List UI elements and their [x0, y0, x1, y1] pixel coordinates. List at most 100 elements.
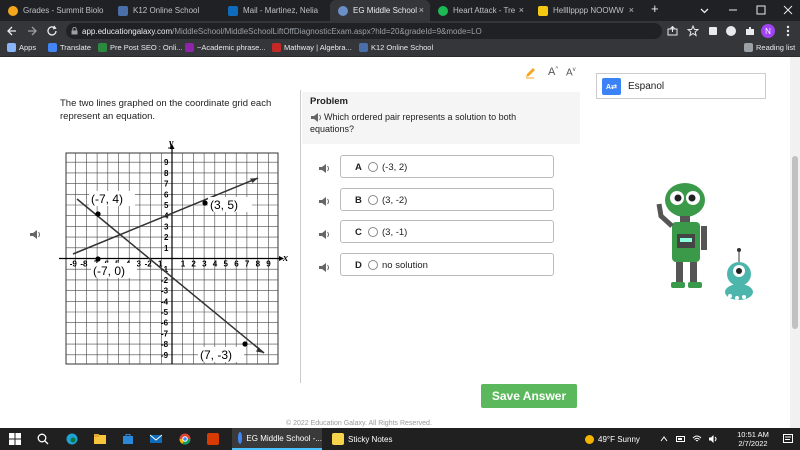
extension-icon[interactable] — [707, 25, 719, 37]
y-tick-label: -4 — [161, 297, 169, 306]
point-marker — [242, 341, 248, 347]
point-label-b: (3, 5) — [210, 198, 238, 212]
notification-center-icon[interactable] — [783, 434, 793, 444]
reload-icon[interactable] — [46, 25, 58, 37]
x-tick-label: 4 — [213, 260, 218, 269]
wifi-icon[interactable] — [692, 434, 702, 444]
y-tick-label: -2 — [161, 276, 169, 285]
text-size-label: A — [566, 67, 573, 79]
new-tab-button[interactable]: + — [651, 1, 659, 16]
bookmark-prepostseo[interactable]: Pre Post SEO : Onli... — [98, 43, 183, 52]
espanol-button[interactable]: A⇄ Espanol — [596, 73, 766, 99]
clock-date: 2/7/2022 — [738, 439, 768, 448]
bookmark-academic-phrase[interactable]: ~Academic phrase... — [185, 43, 266, 52]
maximize-icon[interactable] — [756, 5, 766, 15]
answer-value: (3, -1) — [382, 227, 408, 238]
bookmark-mathway[interactable]: Mathway | Algebra... — [272, 43, 352, 52]
forward-arrow-icon[interactable] — [26, 25, 38, 37]
volume-icon[interactable] — [708, 434, 718, 444]
bookmark-star-icon[interactable] — [687, 25, 699, 37]
speaker-icon[interactable] — [318, 196, 330, 207]
save-answer-button[interactable]: Save Answer — [481, 384, 577, 408]
tab-search-chevron-icon[interactable] — [700, 6, 709, 15]
system-clock[interactable]: 10:51 AM 2/7/2022 — [728, 430, 778, 448]
y-tick-label: 8 — [164, 169, 169, 178]
radio-button[interactable] — [368, 195, 378, 205]
profile-avatar[interactable]: N — [761, 24, 775, 38]
extension-icon[interactable] — [725, 25, 737, 37]
close-window-icon[interactable] — [783, 5, 793, 15]
tab-eg-middle-school[interactable]: EG Middle School × — [330, 0, 430, 21]
close-tab-icon[interactable]: × — [519, 5, 524, 15]
k12-icon — [359, 43, 368, 52]
tab-mail[interactable]: Mail - Martinez, Nelia — [220, 0, 330, 21]
translate-icon — [48, 43, 57, 52]
close-tab-icon[interactable]: × — [419, 5, 424, 15]
answer-letter: D — [355, 260, 362, 271]
pencil-icon[interactable] — [524, 67, 536, 79]
chevron-up-icon[interactable] — [660, 435, 668, 443]
speaker-icon[interactable] — [318, 262, 330, 273]
radio-button[interactable] — [368, 162, 378, 172]
address-bar[interactable]: app.educationgalaxy.com/MiddleSchool/Mid… — [66, 23, 662, 39]
answer-option-d[interactable]: D no solution — [340, 253, 554, 276]
speaker-icon[interactable] — [29, 229, 41, 240]
taskbar-app-sticky-notes[interactable]: Sticky Notes — [326, 428, 396, 450]
point-label-d: (7, -3) — [200, 348, 232, 362]
mail-app-icon[interactable] — [150, 433, 162, 445]
tab-label: Grades - Summit Biolo — [23, 6, 104, 15]
office-app-icon[interactable] — [207, 433, 219, 445]
tab-grades[interactable]: Grades - Summit Biolo — [0, 0, 110, 21]
close-tab-icon[interactable]: × — [629, 5, 634, 15]
y-axis-label: y — [168, 139, 174, 149]
battery-icon[interactable] — [676, 434, 686, 444]
answer-letter: B — [355, 195, 362, 206]
speaker-icon[interactable] — [318, 163, 330, 174]
bookmark-label: Apps — [19, 43, 37, 52]
robot-mascot-icon — [656, 183, 753, 300]
bookmarks-bar: Apps Translate Pre Post SEO : Onli... ~A… — [0, 41, 800, 57]
tab-heart-attack[interactable]: Heart Attack - Tre × — [430, 0, 530, 21]
search-favicon-icon — [538, 5, 548, 16]
radio-button[interactable] — [368, 260, 378, 270]
kebab-menu-icon[interactable] — [785, 25, 791, 37]
bookmark-apps[interactable]: Apps — [7, 43, 36, 52]
store-icon[interactable] — [122, 433, 134, 445]
bookmark-k12[interactable]: K12 Online School — [359, 43, 433, 52]
x-tick-label: -9 — [70, 260, 78, 269]
search-icon[interactable] — [37, 433, 49, 445]
bookmark-label: Mathway | Algebra... — [284, 43, 352, 52]
tab-help[interactable]: Hellllpppp NOOWW × — [530, 0, 640, 21]
y-tick-label: -3 — [161, 287, 169, 296]
bookmark-label: K12 Online School — [371, 43, 434, 52]
radio-button[interactable] — [368, 227, 378, 237]
answer-option-c[interactable]: C (3, -1) — [340, 220, 554, 243]
chrome-icon — [238, 432, 243, 444]
answer-option-a[interactable]: A (-3, 2) — [340, 155, 554, 178]
taskbar-app-label: Sticky Notes — [348, 434, 393, 444]
answer-option-b[interactable]: B (3, -2) — [340, 188, 554, 211]
bookmark-translate[interactable]: Translate — [48, 43, 91, 52]
weather-widget[interactable]: 49°F Sunny — [585, 428, 640, 450]
puzzle-extensions-icon[interactable] — [744, 25, 756, 37]
file-explorer-icon[interactable] — [94, 433, 106, 445]
speaker-icon[interactable] — [318, 229, 330, 240]
x-tick-label: 5 — [224, 260, 229, 269]
windows-start-icon[interactable] — [9, 433, 21, 445]
increase-text-size-button[interactable]: A^ — [548, 66, 558, 78]
edge-browser-icon[interactable] — [66, 433, 78, 445]
tab-k12[interactable]: K12 Online School — [110, 0, 220, 21]
x-tick-label: 6 — [234, 260, 239, 269]
chrome-icon[interactable] — [179, 433, 191, 445]
back-arrow-icon[interactable] — [6, 25, 18, 37]
y-tick-label: 7 — [164, 180, 169, 189]
decrease-text-size-button[interactable]: Av — [566, 67, 576, 78]
taskbar-app-eg-middle-school[interactable]: EG Middle School -... — [232, 428, 322, 450]
reading-list[interactable]: Reading list — [744, 43, 795, 52]
bookmark-label: Pre Post SEO : Onli... — [110, 43, 183, 52]
prepostseo-icon — [98, 43, 107, 52]
share-icon[interactable] — [667, 26, 678, 36]
scrollbar-thumb[interactable] — [792, 156, 798, 329]
minimize-icon[interactable] — [728, 5, 738, 15]
sun-icon — [585, 434, 594, 444]
